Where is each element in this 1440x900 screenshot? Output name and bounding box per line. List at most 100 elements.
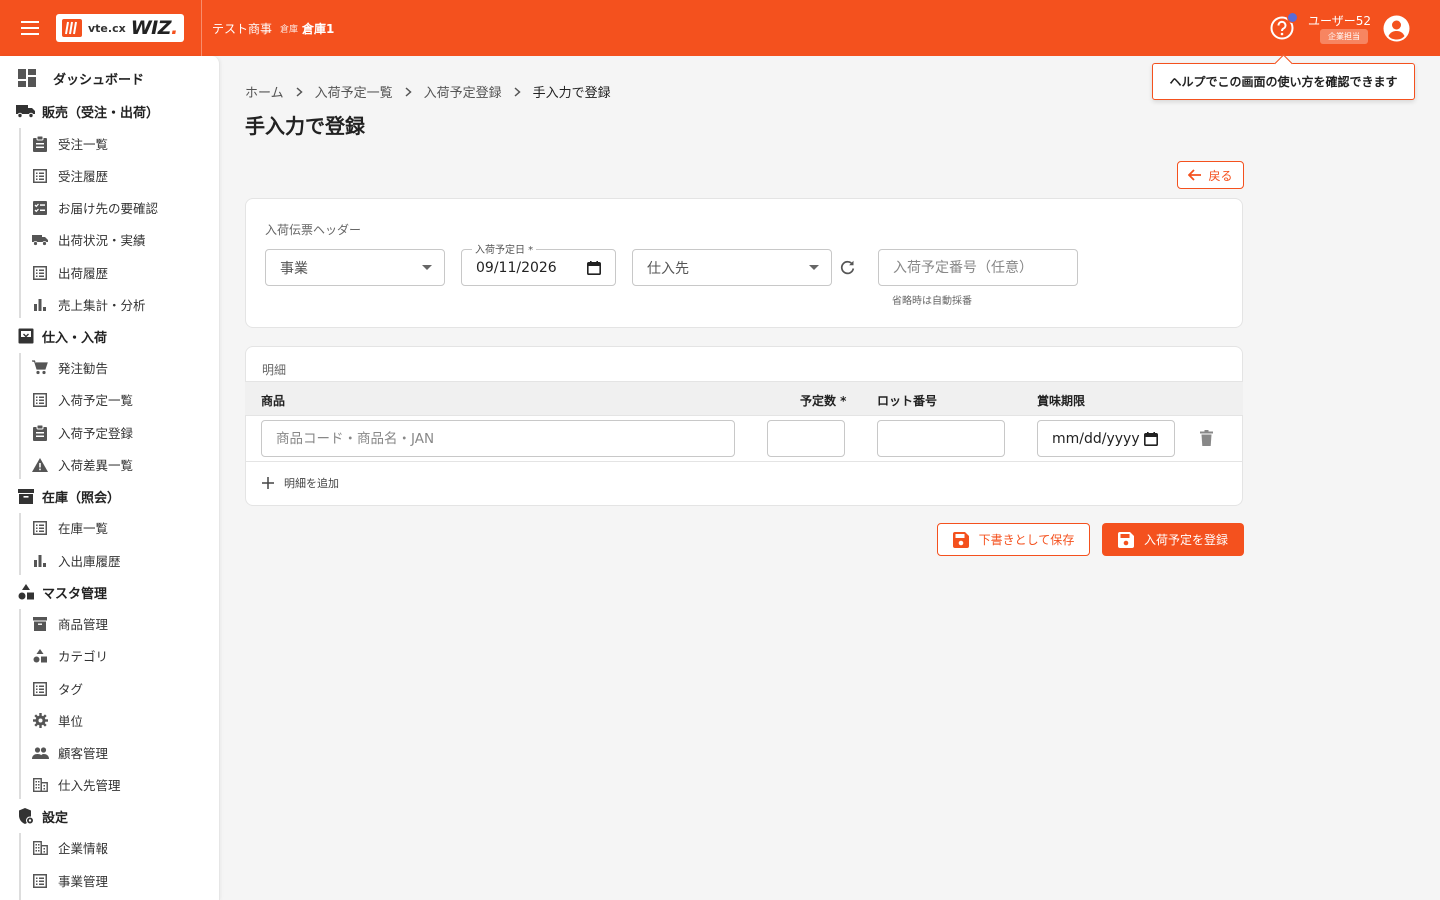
sidebar-item-business[interactable]: 事業管理 bbox=[31, 871, 108, 890]
breadcrumb-home[interactable]: ホーム bbox=[245, 82, 284, 101]
sidebar-item-label: 顧客管理 bbox=[58, 746, 109, 761]
dropdown-caret-icon bbox=[422, 265, 432, 270]
save-draft-button[interactable]: 下書きとして保存 bbox=[937, 523, 1090, 556]
calendar-icon[interactable] bbox=[587, 261, 601, 275]
column-header-product: 商品 bbox=[261, 394, 286, 408]
archive-icon bbox=[16, 486, 36, 506]
arrival-date-label: 入荷予定日 * bbox=[472, 241, 537, 256]
sidebar-item-label: ダッシュボード bbox=[53, 72, 145, 88]
menu-icon[interactable] bbox=[0, 0, 60, 56]
refresh-icon[interactable] bbox=[840, 260, 855, 275]
sidebar-item-delivery-check[interactable]: お届け先の要確認 bbox=[31, 198, 158, 217]
supplier-select-placeholder: 仕入先 bbox=[647, 260, 689, 277]
arrival-number-input[interactable] bbox=[878, 249, 1078, 286]
sidebar-section-purchase[interactable]: 仕入・入荷 bbox=[16, 326, 107, 346]
user-role-badge: 企業担当 bbox=[1320, 29, 1368, 44]
breadcrumb-arrival-list[interactable]: 入荷予定一覧 bbox=[315, 82, 393, 101]
expiry-date-field[interactable]: mm/dd/yyyy bbox=[1037, 420, 1175, 457]
breadcrumb-current: 手入力で登録 bbox=[532, 86, 611, 101]
add-detail-button[interactable]: 明細を追加 bbox=[262, 475, 339, 491]
sidebar-item-orders[interactable]: 受注一覧 bbox=[31, 134, 108, 153]
supplier-select[interactable]: 仕入先 bbox=[632, 249, 832, 286]
back-button[interactable]: 戻る bbox=[1177, 161, 1244, 189]
delete-row-icon[interactable] bbox=[1200, 430, 1216, 448]
account-icon[interactable] bbox=[1382, 14, 1411, 43]
sidebar-item-company-info[interactable]: 企業情報 bbox=[31, 838, 108, 857]
user-name[interactable]: ユーザー52 bbox=[1308, 12, 1371, 29]
lot-number-input[interactable] bbox=[877, 420, 1005, 457]
warehouse-value[interactable]: 倉庫1 bbox=[302, 20, 334, 37]
sidebar-rail bbox=[19, 353, 21, 479]
sidebar-rail bbox=[19, 513, 21, 575]
column-header-lot: ロット番号 bbox=[877, 394, 938, 408]
chevron-right-icon bbox=[514, 86, 521, 97]
sidebar-section-settings[interactable]: 設定 bbox=[16, 806, 68, 826]
building-icon bbox=[31, 839, 49, 857]
sidebar-item-label: 入荷差異一覧 bbox=[58, 458, 134, 473]
add-detail-label: 明細を追加 bbox=[284, 477, 339, 490]
sidebar-item-dashboard[interactable]: ダッシュボード bbox=[17, 68, 144, 88]
sidebar-item-order-history[interactable]: 受注履歴 bbox=[31, 166, 108, 185]
sidebar-item-customers[interactable]: 顧客管理 bbox=[31, 743, 108, 762]
sidebar-rail bbox=[19, 833, 21, 900]
sidebar-item-suppliers[interactable]: 仕入先管理 bbox=[31, 775, 121, 794]
company-name: テスト商事 bbox=[212, 21, 273, 36]
sidebar-item-label: 受注履歴 bbox=[58, 169, 109, 184]
list-icon bbox=[31, 167, 49, 185]
detail-card-title: 明細 bbox=[262, 363, 287, 377]
back-label: 戻る bbox=[1208, 168, 1233, 183]
logo-mark-icon bbox=[62, 19, 82, 37]
sidebar-item-shipping-history[interactable]: 出荷履歴 bbox=[31, 263, 108, 282]
arrival-date-value: 09/11/2026 bbox=[476, 259, 557, 276]
sidebar-item-sales-analysis[interactable]: 売上集計・分析 bbox=[31, 295, 146, 314]
sidebar-item-label: カテゴリ bbox=[58, 649, 109, 664]
header-card-title: 入荷伝票ヘッダー bbox=[265, 223, 362, 237]
sidebar-item-products[interactable]: 商品管理 bbox=[31, 614, 108, 633]
sidebar-item-tags[interactable]: タグ bbox=[31, 679, 83, 698]
bar-chart-icon bbox=[31, 552, 49, 570]
sidebar-section-label: 販売（受注・出荷） bbox=[42, 105, 160, 121]
sidebar-item-arrival-list[interactable]: 入荷予定一覧 bbox=[31, 390, 133, 409]
sidebar-section-label: 設定 bbox=[42, 810, 69, 826]
register-arrival-label: 入荷予定を登録 bbox=[1143, 533, 1228, 547]
product-search-input[interactable] bbox=[261, 420, 735, 457]
cart-icon bbox=[31, 359, 49, 377]
app-logo[interactable]: vte.cx WIZ. bbox=[56, 14, 184, 42]
sidebar-item-order-recommend[interactable]: 発注勧告 bbox=[31, 358, 108, 377]
sidebar-section-stock[interactable]: 在庫（照会） bbox=[16, 486, 120, 506]
sidebar-section-master[interactable]: マスタ管理 bbox=[16, 582, 107, 602]
sidebar-item-arrival-register[interactable]: 入荷予定登録 bbox=[31, 423, 133, 442]
column-header-quantity: 予定数 * bbox=[800, 394, 847, 408]
sidebar-item-label: 入出庫履歴 bbox=[58, 554, 121, 569]
sidebar-item-shipping-status[interactable]: 出荷状況・実績 bbox=[31, 230, 146, 249]
calendar-icon[interactable] bbox=[1144, 432, 1158, 446]
top-bar: vte.cx WIZ. テスト商事 倉庫 倉庫1 ユーザー52 企業担当 bbox=[0, 0, 1440, 56]
breadcrumb-arrival-register[interactable]: 入荷予定登録 bbox=[424, 82, 502, 101]
arrival-number-helper: 省略時は自動採番 bbox=[892, 296, 972, 307]
sidebar-section-sales[interactable]: 販売（受注・出荷） bbox=[16, 101, 159, 121]
people-icon bbox=[31, 744, 49, 762]
quantity-input[interactable] bbox=[767, 420, 845, 457]
sidebar-item-stock-list[interactable]: 在庫一覧 bbox=[31, 518, 108, 537]
sidebar-rail bbox=[19, 128, 21, 318]
sidebar-item-arrival-diff[interactable]: 入荷差異一覧 bbox=[31, 455, 133, 474]
warehouse-label: 倉庫 bbox=[280, 24, 299, 35]
truck-icon bbox=[31, 231, 49, 249]
sidebar-item-label: 売上集計・分析 bbox=[58, 298, 146, 313]
logo-vte-text: vte.cx bbox=[88, 21, 126, 35]
sidebar-item-label: お届け先の要確認 bbox=[58, 201, 159, 216]
chevron-right-icon bbox=[296, 86, 303, 97]
dashboard-icon bbox=[17, 68, 37, 88]
save-icon bbox=[1117, 531, 1134, 548]
sidebar-item-units[interactable]: 単位 bbox=[31, 711, 83, 730]
column-header-expiry: 賞味期限 bbox=[1037, 394, 1086, 408]
shapes-icon bbox=[16, 582, 36, 602]
save-icon bbox=[952, 531, 969, 548]
business-select[interactable]: 事業 bbox=[265, 249, 445, 286]
sidebar-item-categories[interactable]: カテゴリ bbox=[31, 646, 108, 665]
register-arrival-button[interactable]: 入荷予定を登録 bbox=[1102, 523, 1244, 556]
sidebar-item-stock-history[interactable]: 入出庫履歴 bbox=[31, 551, 121, 570]
sidebar-section-label: マスタ管理 bbox=[42, 586, 108, 602]
chevron-right-icon bbox=[405, 86, 412, 97]
business-select-placeholder: 事業 bbox=[280, 260, 308, 277]
